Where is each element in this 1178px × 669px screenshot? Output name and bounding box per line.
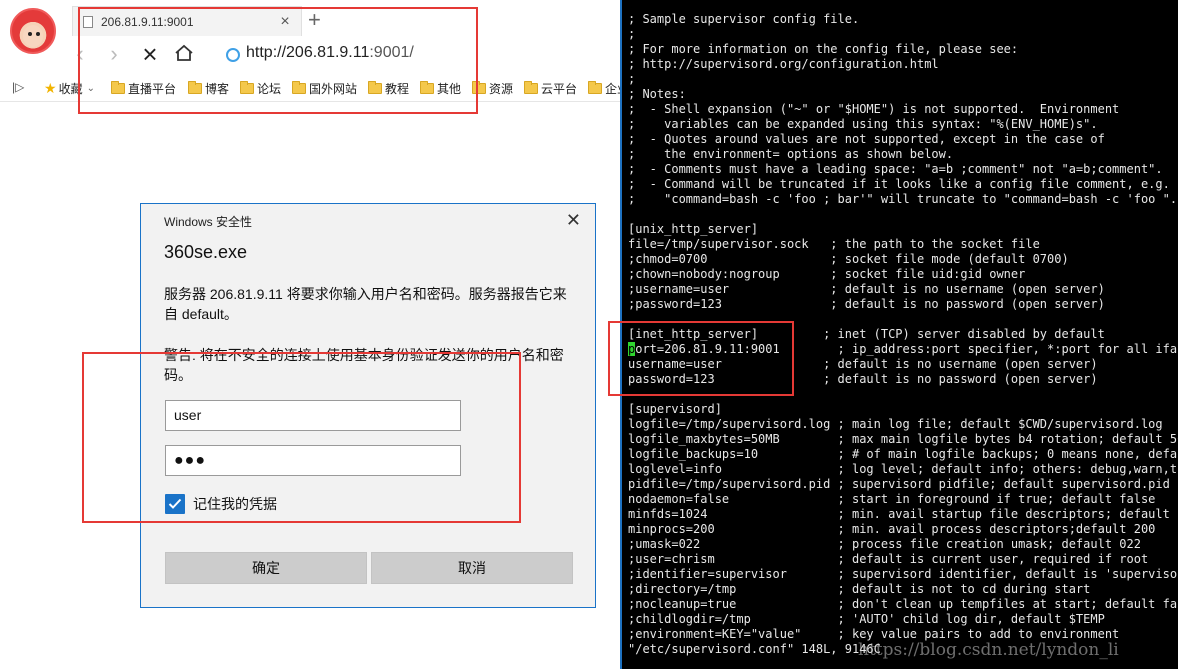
terminal-line: ; - Comments must have a leading space: … [628, 162, 1163, 176]
terminal-line: ; the environment= options as shown belo… [628, 147, 954, 161]
watermark: https://blog.csdn.net/lyndon_li [858, 640, 1119, 660]
terminal-line: ;user=chrism ; default is current user, … [628, 552, 1149, 566]
terminal-line: [supervisord] [628, 402, 722, 416]
annotation-box-credentials [82, 352, 521, 523]
terminal-line: [unix_http_server] [628, 222, 759, 236]
sidebar-toggle-icon[interactable]: |▷ [12, 80, 24, 94]
terminal-line: ;directory=/tmp ; default is not to cd d… [628, 582, 1091, 596]
terminal-line: ; http://supervisord.org/configuration.h… [628, 57, 939, 71]
terminal-line: logfile=/tmp/supervisord.log ; main log … [628, 417, 1163, 431]
folder-icon [588, 81, 602, 94]
terminal-line: ;umask=022 ; process file creation umask… [628, 537, 1141, 551]
terminal-line: minprocs=200 ; min. avail process descri… [628, 522, 1156, 536]
terminal-line: ; For more information on the config fil… [628, 42, 1019, 56]
bookmark-label: 云平台 [541, 82, 578, 96]
terminal-line: ; [628, 27, 636, 41]
bookmark-label: 资源 [489, 82, 514, 96]
terminal-line: ; - Shell expansion ("~" or "$HOME") is … [628, 102, 1120, 116]
terminal-line: loglevel=info ; log level; default info;… [628, 462, 1178, 476]
terminal-line: logfile_backups=10 ; # of main logfile b… [628, 447, 1178, 461]
annotation-box-inet-config [608, 321, 794, 396]
terminal-line: ;chown=nobody:nogroup ; socket file uid:… [628, 267, 1026, 281]
avatar-eye-right [36, 32, 40, 36]
dialog-caption: Windows 安全性 [164, 215, 253, 229]
terminal-line: ;chmod=0700 ; socket file mode (default … [628, 252, 1069, 266]
terminal-line: pidfile=/tmp/supervisord.pid ; superviso… [628, 477, 1170, 491]
terminal-line: ;identifier=supervisor ; supervisord ide… [628, 567, 1178, 581]
folder-icon [524, 81, 538, 94]
avatar-eye-left [28, 32, 32, 36]
terminal-line: minfds=1024 ; min. avail startup file de… [628, 507, 1178, 521]
terminal-line: ; - Command will be truncated if it look… [628, 177, 1170, 191]
bookmark-item[interactable]: 资源 [472, 80, 513, 97]
star-icon: ★ [44, 80, 57, 96]
terminal-line: logfile_maxbytes=50MB ; max main logfile… [628, 432, 1178, 446]
dialog-app-name: 360se.exe [164, 242, 248, 262]
terminal-line: ; Notes: [628, 87, 686, 101]
terminal-line: ; [628, 72, 636, 86]
terminal-line: ;childlogdir=/tmp ; 'AUTO' child log dir… [628, 612, 1105, 626]
terminal-line: ; Sample supervisor config file. [628, 12, 860, 26]
terminal-line: ; "command=bash -c 'foo ; bar'" will tru… [628, 192, 1178, 206]
close-icon[interactable]: ✕ [566, 210, 581, 231]
ok-button[interactable]: 确定 [165, 552, 367, 584]
bookmark-item[interactable]: 云平台 [524, 80, 577, 97]
terminal-line: file=/tmp/supervisor.sock ; the path to … [628, 237, 1040, 251]
dialog-message: 服务器 206.81.9.11 将要求你输入用户名和密码。服务器报告它来自 de… [164, 286, 567, 322]
cancel-button[interactable]: 取消 [371, 552, 573, 584]
annotation-box-url [78, 7, 478, 114]
terminal-line: ;password=123 ; default is no password (… [628, 297, 1105, 311]
terminal-line: ; variables can be expanded using this s… [628, 117, 1098, 131]
terminal-line: ;nocleanup=true ; don't clean up tempfil… [628, 597, 1178, 611]
terminal-line: ; - Quotes around values are not support… [628, 132, 1105, 146]
terminal-line: nodaemon=false ; start in foreground if … [628, 492, 1156, 506]
terminal-line: ;username=user ; default is no username … [628, 282, 1105, 296]
